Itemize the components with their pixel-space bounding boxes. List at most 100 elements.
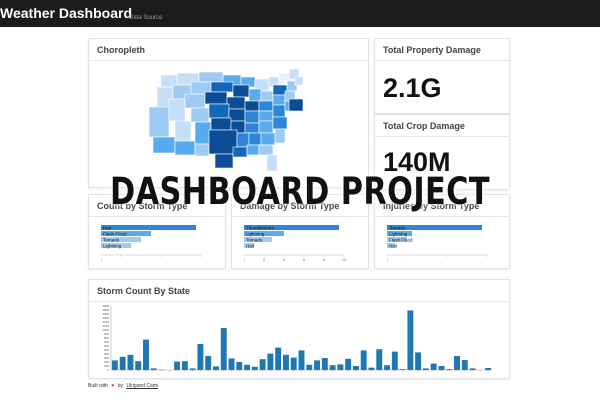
state-region[interactable] bbox=[272, 104, 286, 118]
state-bar[interactable] bbox=[352, 366, 359, 370]
state-region[interactable] bbox=[294, 76, 304, 86]
state-bar[interactable] bbox=[415, 352, 422, 370]
state-bar[interactable] bbox=[306, 364, 313, 370]
state-bar[interactable] bbox=[143, 339, 149, 370]
state-region[interactable] bbox=[266, 154, 278, 172]
state-region[interactable] bbox=[258, 110, 274, 122]
state-region[interactable] bbox=[198, 71, 224, 83]
state-region[interactable] bbox=[210, 117, 232, 131]
author-link[interactable]: Ulrigand Cami bbox=[126, 383, 158, 389]
app-title[interactable]: Weather Dashboard bbox=[0, 5, 132, 21]
state-region[interactable] bbox=[260, 90, 274, 102]
state-bar[interactable] bbox=[282, 354, 289, 370]
state-region[interactable] bbox=[226, 96, 246, 110]
state-bar[interactable] bbox=[407, 310, 414, 370]
state-bar[interactable] bbox=[446, 369, 453, 370]
state-region[interactable] bbox=[244, 122, 260, 134]
state-region[interactable] bbox=[174, 140, 196, 156]
state-region[interactable] bbox=[210, 81, 234, 93]
state-region[interactable] bbox=[246, 144, 260, 156]
state-bar[interactable] bbox=[422, 368, 429, 370]
state-bar[interactable] bbox=[321, 358, 328, 370]
state-region[interactable] bbox=[152, 136, 176, 154]
storm-count-by-state-panel: Storm Count By State 0 100 200 300 400 500 600… bbox=[88, 279, 510, 379]
row-bar[interactable] bbox=[101, 225, 196, 230]
state-region[interactable] bbox=[148, 106, 170, 138]
state-bar[interactable] bbox=[181, 361, 188, 370]
state-region[interactable] bbox=[232, 146, 248, 158]
state-region[interactable] bbox=[272, 94, 286, 106]
state-region[interactable] bbox=[208, 103, 230, 119]
state-bar[interactable] bbox=[275, 347, 282, 370]
storm-count-bar-chart[interactable]: 0100200300400500600700800900100011001200… bbox=[97, 304, 497, 378]
state-bar[interactable] bbox=[430, 363, 437, 370]
state-bar[interactable] bbox=[461, 360, 468, 370]
state-region[interactable] bbox=[184, 93, 206, 109]
state-region[interactable] bbox=[244, 100, 260, 112]
y-tick-label: 1100 bbox=[103, 324, 110, 328]
state-bar[interactable] bbox=[205, 356, 212, 370]
us-choropleth-map[interactable] bbox=[139, 67, 309, 187]
state-bar[interactable] bbox=[376, 349, 383, 370]
state-bar[interactable] bbox=[329, 365, 336, 370]
state-bar[interactable] bbox=[438, 366, 445, 370]
state-region[interactable] bbox=[194, 121, 212, 145]
state-bar[interactable] bbox=[485, 368, 492, 370]
state-region[interactable] bbox=[168, 98, 186, 122]
state-region[interactable] bbox=[194, 143, 210, 157]
state-region[interactable] bbox=[248, 132, 262, 146]
state-region[interactable] bbox=[190, 107, 210, 123]
state-bar[interactable] bbox=[469, 368, 476, 370]
state-bar[interactable] bbox=[119, 356, 126, 370]
state-region[interactable] bbox=[214, 153, 234, 169]
state-bar[interactable] bbox=[454, 356, 460, 370]
state-bar[interactable] bbox=[391, 351, 398, 370]
state-bar[interactable] bbox=[399, 369, 406, 370]
state-bar[interactable] bbox=[337, 364, 344, 370]
state-region[interactable] bbox=[258, 144, 274, 156]
state-bar[interactable] bbox=[251, 366, 258, 370]
state-bar[interactable] bbox=[197, 344, 204, 370]
state-region[interactable] bbox=[258, 100, 274, 112]
state-bar[interactable] bbox=[244, 364, 251, 370]
state-region[interactable] bbox=[260, 132, 276, 146]
state-region[interactable] bbox=[228, 108, 246, 122]
state-bar[interactable] bbox=[189, 368, 196, 370]
state-bar[interactable] bbox=[220, 328, 227, 370]
state-bar[interactable] bbox=[360, 350, 367, 370]
state-region[interactable] bbox=[232, 84, 250, 98]
state-bar[interactable] bbox=[111, 360, 118, 370]
injuries-by-type-chart[interactable]: TornadoLightningFlash FloodHail 0 bbox=[387, 223, 492, 263]
state-bar[interactable] bbox=[135, 361, 142, 370]
row-label: Tornado bbox=[246, 237, 263, 242]
state-region[interactable] bbox=[204, 91, 228, 105]
state-region[interactable] bbox=[248, 88, 262, 102]
state-bar[interactable] bbox=[213, 366, 219, 370]
state-region[interactable] bbox=[174, 120, 192, 142]
row-label: Hail bbox=[389, 243, 397, 248]
row-label: Tornado bbox=[103, 237, 120, 242]
state-bar[interactable] bbox=[298, 350, 305, 370]
state-bar[interactable] bbox=[290, 357, 297, 370]
nav-data-source-link[interactable]: Data Source bbox=[129, 15, 162, 21]
state-bar[interactable] bbox=[228, 358, 235, 370]
state-bar[interactable] bbox=[267, 353, 274, 370]
state-bar[interactable] bbox=[345, 358, 352, 370]
state-region[interactable] bbox=[272, 116, 288, 130]
state-region[interactable] bbox=[274, 128, 286, 144]
count-by-type-chart[interactable]: HailFlash FloodTornadoLightning 0 bbox=[101, 223, 206, 263]
state-bar[interactable] bbox=[384, 365, 390, 370]
state-bar[interactable] bbox=[259, 359, 266, 370]
state-bar[interactable] bbox=[236, 362, 243, 370]
state-region[interactable] bbox=[258, 120, 274, 134]
state-region[interactable] bbox=[244, 110, 260, 124]
axis-tick-label: 10 bbox=[342, 258, 346, 262]
state-bar[interactable] bbox=[127, 354, 134, 370]
state-bar[interactable] bbox=[368, 367, 375, 370]
state-region[interactable] bbox=[288, 98, 304, 112]
state-bar[interactable] bbox=[314, 360, 321, 370]
damage-by-type-chart[interactable]: ThunderstormLightningTornadoHail 0 2 4 6 8 10 bbox=[244, 223, 349, 263]
state-bar[interactable] bbox=[174, 361, 181, 370]
y-tick-label: 600 bbox=[104, 344, 109, 348]
state-bar[interactable] bbox=[150, 368, 157, 370]
